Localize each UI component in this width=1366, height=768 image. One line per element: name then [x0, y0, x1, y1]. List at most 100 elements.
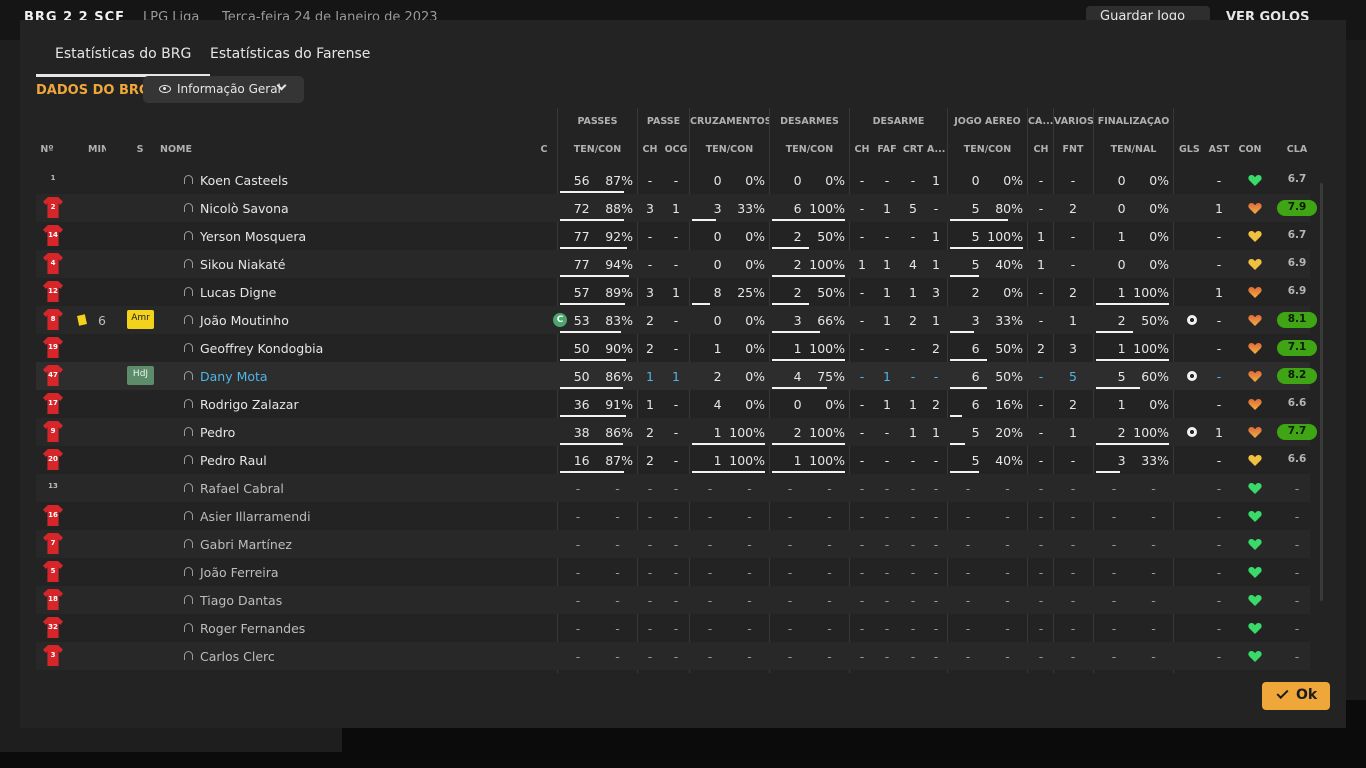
- stat-percentage: 25%: [737, 285, 766, 300]
- player-name[interactable]: João Ferreira: [200, 565, 530, 580]
- column-header[interactable]: S: [135, 144, 145, 155]
- player-name[interactable]: Asier Illarramendi: [200, 509, 530, 524]
- column-header[interactable]: FAF: [876, 144, 898, 155]
- tab-brg-stats[interactable]: Estatísticas do BRG: [35, 46, 211, 77]
- player-name[interactable]: Sikou Niakaté: [200, 257, 530, 272]
- player-name[interactable]: Koen Casteels: [200, 173, 530, 188]
- column-header[interactable]: CH: [851, 144, 873, 155]
- person-icon: [184, 595, 193, 604]
- shirt-number-icon: 14: [43, 225, 63, 246]
- empty-stat: -: [647, 537, 653, 552]
- player-name[interactable]: Tiago Dantas: [200, 593, 530, 608]
- pass-key-passes: 3: [646, 201, 654, 216]
- player-name[interactable]: Pedro: [200, 425, 530, 440]
- section-title: DADOS DO BRG: [36, 83, 150, 98]
- stat-percentage: 100%: [809, 341, 846, 356]
- empty-stat: -: [910, 621, 916, 636]
- group-header: JOGO AÉREO: [954, 116, 1021, 127]
- column-header[interactable]: AST: [1208, 144, 1230, 155]
- person-icon: [184, 623, 193, 632]
- player-name[interactable]: Rodrigo Zalazar: [200, 397, 530, 412]
- player-name[interactable]: Carlos Clerc: [200, 649, 530, 664]
- view-select-dropdown[interactable]: Informação Geral: [143, 76, 304, 103]
- stat-progress-bar: [772, 359, 845, 361]
- column-header[interactable]: FNT: [1054, 144, 1092, 155]
- column-header[interactable]: CH: [640, 144, 660, 155]
- stat-percentage: 16%: [995, 397, 1024, 412]
- player-name[interactable]: Pedro Raul: [200, 453, 530, 468]
- assists: -: [1216, 313, 1222, 328]
- table-row[interactable]: 12 Lucas Digne 57 89% 3 1 8 25% 2 50% -1 1 3 2 0% -2 1 10…: [36, 278, 1310, 306]
- empty-stat: -: [910, 565, 916, 580]
- column-header[interactable]: MIN: [88, 144, 106, 155]
- table-row[interactable]: 4 Sikou Niakaté 77 94% - -0 0% 2 100% 1 1 4 1 5 40% 1-0…: [36, 250, 1310, 278]
- column-header[interactable]: TEN/CON: [948, 144, 1027, 155]
- column-header[interactable]: C: [538, 144, 550, 155]
- table-scrollbar[interactable]: [1320, 183, 1323, 601]
- table-row[interactable]: 19 Geoffrey Kondogbia 50 90% 2-1 0% 1 100% - - -2 6…: [36, 334, 1317, 362]
- table-row[interactable]: 20 Pedro Raul 16 87% 2-1 100% 1 100% - - - -5 40% - -3…: [36, 446, 1310, 474]
- table-row[interactable]: 14 Yerson Mosquera 77 92% - -0 0% 2 50% - - -1 5 100%…: [36, 222, 1310, 250]
- player-name[interactable]: Roger Fernandes: [200, 621, 530, 636]
- player-name[interactable]: Gabri Martínez: [200, 537, 530, 552]
- stat-attempts: 56: [573, 173, 590, 188]
- column-header[interactable]: CON: [1236, 144, 1264, 155]
- empty-stat: -: [1070, 509, 1076, 524]
- column-header[interactable]: TEN/CON: [770, 144, 849, 155]
- fouls-against: -: [1070, 229, 1076, 244]
- ok-button[interactable]: Ok: [1262, 682, 1330, 710]
- empty-stat: -: [1151, 537, 1156, 552]
- shirt-number: 4: [50, 259, 56, 267]
- column-header[interactable]: TEN/CON: [690, 144, 769, 155]
- empty-stat: -: [707, 509, 713, 524]
- table-row[interactable]: 17 Rodrigo Zalazar 36 91% 1-4 0% 0 0% -1 1 2 6 16% -2…: [36, 390, 1310, 418]
- column-header[interactable]: GLS: [1179, 144, 1199, 155]
- player-name[interactable]: Yerson Mosquera: [200, 229, 530, 244]
- table-row[interactable]: 8 6 Amr João Moutinho C 53 83% 2-0 0% 3 66% -1 2 1 3 33…: [36, 306, 1317, 334]
- table-row[interactable]: 32 Roger Fernandes - - - - - - - - - - - - - - - - - - - -: [36, 614, 1310, 642]
- empty-stat: -: [615, 565, 620, 580]
- cut-ins: -: [910, 173, 916, 188]
- player-name[interactable]: Rafael Cabral: [200, 481, 530, 496]
- tackle-other: 2: [932, 341, 940, 356]
- column-header[interactable]: A...: [927, 144, 945, 155]
- column-header[interactable]: Nº: [40, 144, 54, 155]
- empty-stat: -: [910, 481, 916, 496]
- table-row[interactable]: 1 Koen Casteels 56 87% - -0 0% 0 0% - - -1 0 0% - -0 0% -…: [36, 166, 1310, 194]
- table-row[interactable]: 2 Nicolò Savona 72 88% 3 1 3 33% 6 100% -1 5-5 80% -2…: [36, 194, 1317, 222]
- table-row[interactable]: 9 Pedro 38 86% 2-1 100% 2 100% - -1 1 5 20% -1 2 100% 1 7…: [36, 418, 1317, 446]
- column-header[interactable]: CLA: [1277, 144, 1317, 155]
- player-name[interactable]: João Moutinho: [200, 313, 530, 328]
- column-header[interactable]: OCG: [664, 144, 688, 155]
- player-name[interactable]: Lucas Digne: [200, 285, 530, 300]
- column-header[interactable]: NOME: [160, 144, 210, 155]
- table-row[interactable]: 18 Tiago Dantas - - - - - - - - - - - - - - - - - - - -: [36, 586, 1310, 614]
- player-name[interactable]: Geoffrey Kondogbia: [200, 341, 530, 356]
- table-row[interactable]: 5 João Ferreira - - - - - - - - - - - - - - - - - - - -: [36, 558, 1310, 586]
- ok-button-label: Ok: [1296, 687, 1318, 703]
- status-badge: HdJ: [127, 366, 154, 385]
- table-row[interactable]: 13 Rafael Cabral - - - - - - - - - - - - - - - - - - - -: [36, 474, 1310, 502]
- tab-farense-stats[interactable]: Estatísticas do Farense: [210, 46, 370, 62]
- player-name[interactable]: Dany Mota: [200, 369, 530, 384]
- stat-percentage: 0%: [1149, 173, 1170, 188]
- goal-ball-icon: [1187, 427, 1197, 437]
- table-row[interactable]: 47 HdJ Dany Mota 50 86% 1 1 2 0% 4 75% -1- -6 50% -5 5 6…: [36, 362, 1317, 390]
- column-header[interactable]: TEN/NAL: [1094, 144, 1173, 155]
- player-name[interactable]: Nicolò Savona: [200, 201, 530, 216]
- cards-count: -: [1038, 397, 1044, 412]
- table-row[interactable]: 3 Carlos Clerc - - - - - - - - - - - - - - - - - - - -: [36, 642, 1310, 670]
- table-row[interactable]: 7 Gabri Martínez - - - - - - - - - - - - - - - - - - - -: [36, 530, 1310, 558]
- empty-stat: -: [910, 509, 916, 524]
- empty-stat: -: [615, 593, 620, 608]
- empty-stat: -: [965, 649, 971, 664]
- empty-stat: -: [884, 537, 890, 552]
- stat-percentage: 100%: [809, 201, 846, 216]
- column-header[interactable]: TEN/CON: [558, 144, 637, 155]
- column-header[interactable]: CH: [1030, 144, 1052, 155]
- stat-percentage: 86%: [605, 425, 634, 440]
- table-row[interactable]: 16 Asier Illarramendi - - - - - - - - - - - - - - - - - - - -: [36, 502, 1310, 530]
- stat-attempts: 77: [573, 257, 590, 272]
- column-header[interactable]: CRT: [902, 144, 924, 155]
- stat-attempts: 2: [1117, 425, 1126, 440]
